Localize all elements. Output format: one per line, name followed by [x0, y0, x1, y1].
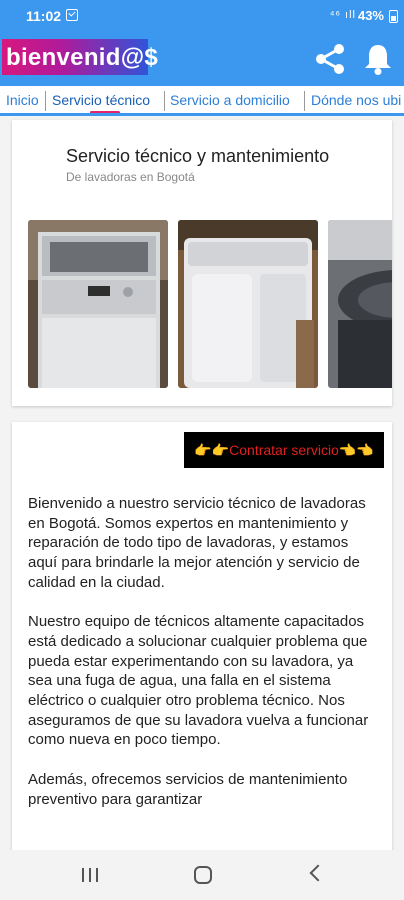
- app-logo-text: bienvenid@$: [6, 44, 159, 71]
- bell-icon[interactable]: [362, 42, 394, 76]
- tab-servicio-a-domicilio[interactable]: Servicio a domicilio: [170, 92, 290, 108]
- washing-machine-photo[interactable]: [28, 220, 168, 388]
- description-paragraph: Además, ofrecemos servicios de mantenimi…: [28, 770, 348, 808]
- battery-percentage: 43%: [357, 8, 384, 23]
- active-tab-indicator: [90, 111, 120, 113]
- service-card: Servicio técnico y mantenimiento De lava…: [12, 120, 392, 406]
- service-subtitle: De lavadoras en Bogotá: [66, 170, 195, 184]
- washing-machine-photo[interactable]: [328, 220, 392, 388]
- notification-check-icon: [66, 9, 78, 21]
- tab-separator: [304, 91, 305, 111]
- status-bar: 11:02 ⁴⁶ ıll 43%: [0, 0, 404, 34]
- description-paragraph: Bienvenido a nuestro servicio técnico de…: [28, 495, 366, 591]
- tab-servicio-tecnico[interactable]: Servicio técnico: [52, 92, 150, 108]
- info-card: 👉👉Contratar servicio👈👈 Bienvenido a nues…: [12, 422, 392, 862]
- service-title: Servicio técnico y mantenimiento: [66, 146, 330, 166]
- tab-separator: [45, 91, 46, 111]
- image-gallery[interactable]: [28, 220, 392, 388]
- app-logo: bienvenid@$: [2, 39, 158, 75]
- share-icon[interactable]: [312, 42, 348, 76]
- description-paragraph: Nuestro equipo de técnicos altamente cap…: [28, 613, 369, 749]
- recent-apps-icon[interactable]: [82, 868, 100, 882]
- back-icon[interactable]: [309, 864, 327, 882]
- status-time: 11:02: [26, 8, 62, 24]
- battery-icon: [389, 10, 398, 23]
- washing-machine-photo[interactable]: [178, 220, 318, 388]
- tab-inicio[interactable]: Inicio: [6, 92, 39, 108]
- system-nav-bar: [0, 850, 404, 900]
- home-icon[interactable]: [194, 866, 212, 884]
- hire-service-button[interactable]: 👉👉Contratar servicio👈👈: [184, 432, 384, 468]
- app-bar: bienvenid@$: [0, 34, 404, 86]
- service-description: Bienvenido a nuestro servicio técnico de…: [28, 494, 378, 829]
- status-signal: ⁴⁶ ıll: [329, 9, 356, 21]
- tab-donde-nos-ubicamos[interactable]: Dónde nos ubi: [311, 92, 401, 108]
- tab-bar: Inicio Servicio técnico Servicio a domic…: [0, 86, 404, 116]
- tab-separator: [164, 91, 165, 111]
